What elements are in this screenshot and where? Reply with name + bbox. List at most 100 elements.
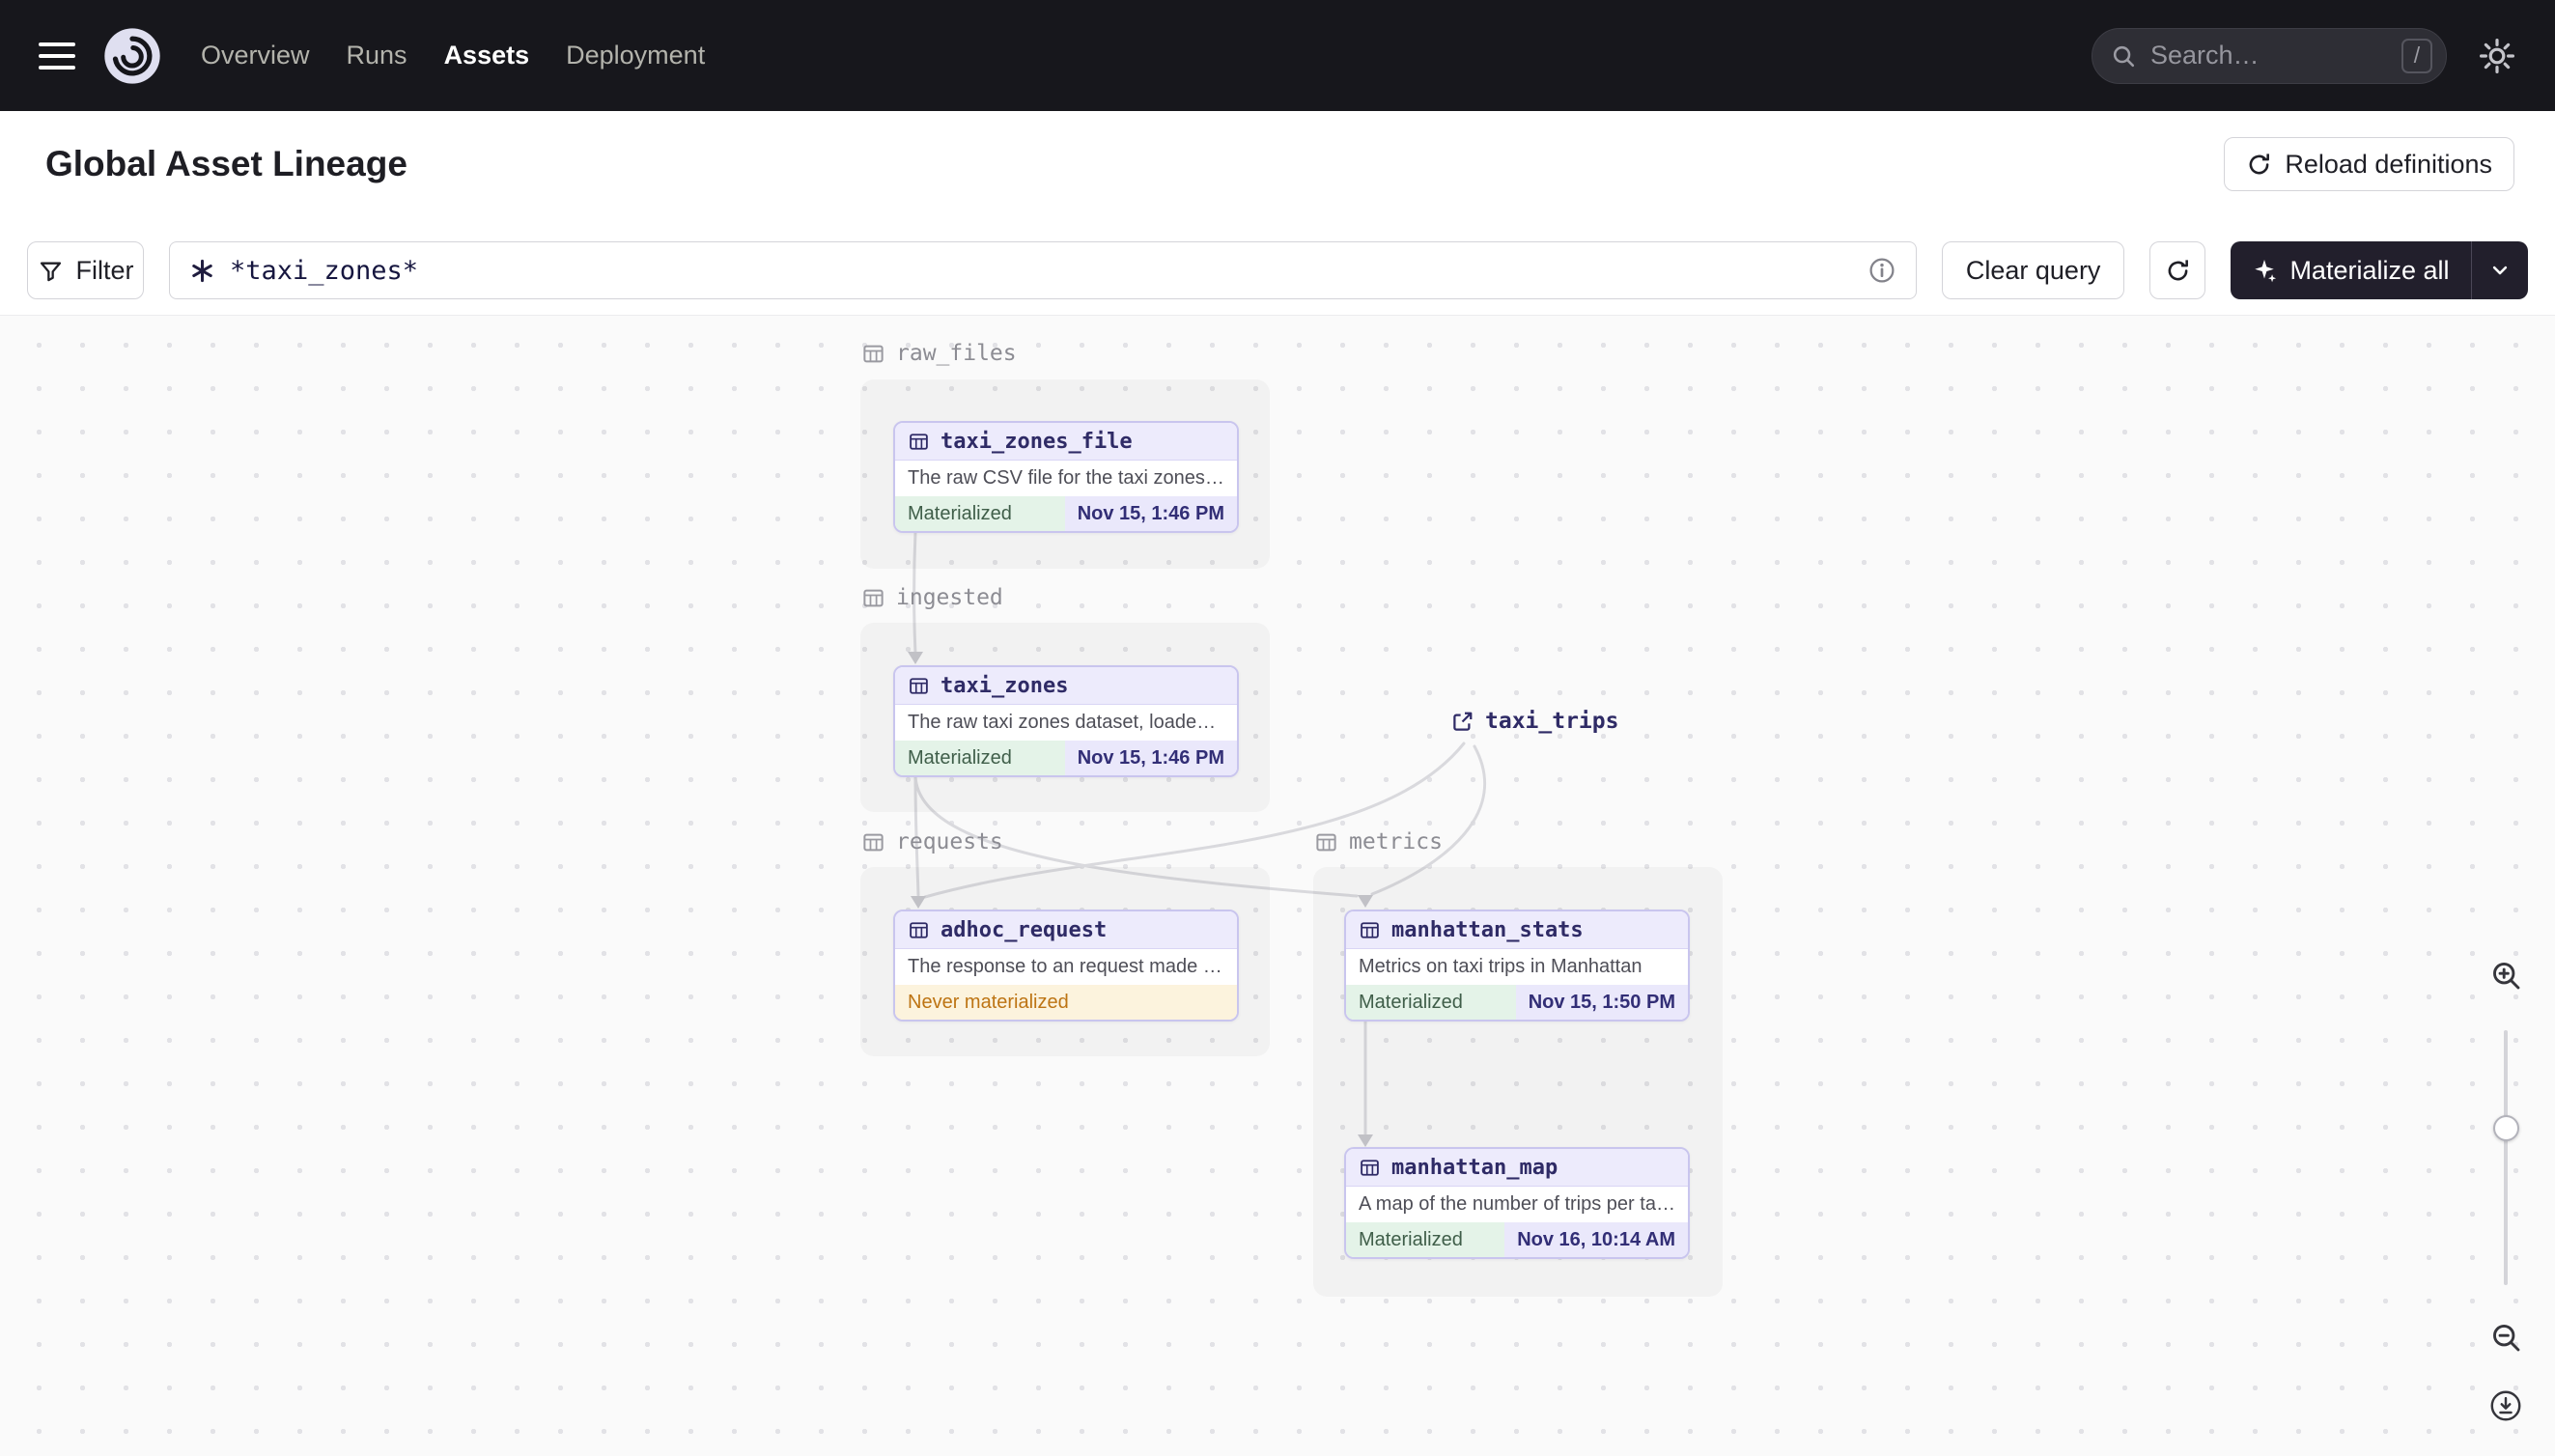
asset-description-text: The response to an request made in th... [908,956,1224,977]
table-icon [908,919,930,941]
asset-status-row: Materialized Nov 15, 1:46 PM [895,496,1237,531]
materialization-timestamp[interactable]: Nov 15, 1:46 PM [1064,496,1237,531]
asset-node-header: manhattan_stats [1346,911,1688,949]
asset-name: taxi_trips [1485,709,1619,734]
table-icon [861,342,885,366]
zoom-in-icon [2488,958,2523,993]
filter-label: Filter [75,255,134,285]
materialize-all-label: Materialize all [2289,255,2450,285]
lineage-canvas[interactable]: raw_files ingested requests metrics taxi… [0,315,2555,1456]
page-header: Global Asset Lineage Reload definitions [0,111,2555,217]
asset-status-row: Never materialized [895,985,1237,1020]
nav-item-assets[interactable]: Assets [444,41,530,70]
asset-description: The raw taxi zones dataset, loaded int..… [895,705,1237,741]
asset-name: taxi_zones [941,673,1069,698]
materialize-all-button[interactable]: Materialize all [2231,241,2528,299]
materialization-timestamp[interactable]: Nov 16, 10:14 AM [1504,1222,1688,1257]
asset-node-adhoc-request[interactable]: adhoc_request The response to an request… [893,910,1239,1022]
zoom-slider-track[interactable] [2504,1030,2508,1285]
filter-button[interactable]: Filter [27,241,144,299]
asset-name: manhattan_stats [1391,917,1584,942]
asset-node-taxi-zones-file[interactable]: taxi_zones_file The raw CSV file for the… [893,421,1239,533]
asset-description-text: Metrics on taxi trips in Manhattan [1359,956,1642,977]
asset-name: taxi_zones_file [941,429,1133,454]
lineage-toolbar: Filter Clear query Materialize all [0,217,2555,315]
lineage-edges [908,530,1487,1147]
status-badge: Materialized [1346,1222,1505,1257]
asset-node-manhattan-map[interactable]: manhattan_map A map of the number of tri… [1344,1147,1690,1259]
asset-node-header: manhattan_map [1346,1149,1688,1187]
asset-description: The response to an request made in th... [895,949,1237,985]
asset-name: manhattan_map [1391,1155,1558,1180]
zoom-out-button[interactable] [2485,1316,2527,1358]
nav-item-overview[interactable]: Overview [201,41,310,70]
group-label-raw-files[interactable]: raw_files [861,341,1017,366]
asset-description: A map of the number of trips per taxi z.… [1346,1187,1688,1222]
asset-status-row: Materialized Nov 16, 10:14 AM [1346,1222,1688,1257]
status-badge: Materialized [1346,985,1516,1020]
search-input[interactable] [2150,41,2388,70]
table-icon [1359,1157,1381,1179]
clear-query-label: Clear query [1965,255,2101,285]
materialize-options-caret[interactable] [2472,241,2528,299]
top-navbar: Overview Runs Assets Deployment / [0,0,2555,111]
page-title: Global Asset Lineage [45,144,407,183]
zoom-in-button[interactable] [2485,954,2527,996]
primary-nav: Overview Runs Assets Deployment [201,41,705,70]
filter-funnel-icon [38,258,64,284]
asset-name: adhoc_request [941,917,1108,942]
table-icon [861,830,885,854]
asset-description-text: The raw CSV file for the taxi zones dat.… [908,467,1224,489]
clear-query-button[interactable]: Clear query [1941,241,2125,299]
group-name: metrics [1349,829,1443,854]
external-link-icon [1450,710,1474,734]
status-badge: Materialized [895,496,1065,531]
refresh-icon [2165,258,2191,284]
group-name: requests [896,829,1003,854]
search-icon [2110,42,2137,70]
info-icon[interactable] [1867,256,1896,285]
group-label-requests[interactable]: requests [861,829,1003,854]
zoom-slider-handle[interactable] [2493,1115,2519,1141]
dagster-logo-icon[interactable] [102,26,162,86]
materialization-timestamp[interactable]: Nov 15, 1:50 PM [1515,985,1688,1020]
materialization-timestamp[interactable]: Nov 15, 1:46 PM [1064,741,1237,775]
nav-item-deployment[interactable]: Deployment [566,41,705,70]
group-label-metrics[interactable]: metrics [1314,829,1443,854]
group-name: ingested [896,585,1003,610]
refresh-icon [2246,152,2272,178]
external-asset-taxi-trips[interactable]: taxi_trips [1450,709,1618,734]
asset-node-header: taxi_zones [895,667,1237,705]
table-icon [908,675,930,697]
settings-gear-icon[interactable] [2478,37,2516,75]
table-icon [861,586,885,610]
table-icon [908,431,930,453]
download-icon [2488,1388,2523,1423]
asset-node-manhattan-stats[interactable]: manhattan_stats Metrics on taxi trips in… [1344,910,1690,1022]
search-shortcut-badge: / [2401,38,2432,73]
reload-definitions-button[interactable]: Reload definitions [2224,137,2514,191]
download-image-button[interactable] [2485,1385,2527,1427]
reload-definitions-label: Reload definitions [2285,149,2492,179]
zoom-out-icon [2488,1320,2523,1355]
table-icon [1359,919,1381,941]
refresh-graph-button[interactable] [2149,241,2206,299]
asset-node-taxi-zones[interactable]: taxi_zones The raw taxi zones dataset, l… [893,665,1239,777]
asset-query-input[interactable] [230,255,1853,286]
group-name: raw_files [896,341,1017,366]
table-icon [1314,830,1338,854]
asset-description-text: The raw taxi zones dataset, loaded int..… [908,712,1224,733]
asset-selection-input[interactable] [169,241,1917,299]
asset-node-header: taxi_zones_file [895,423,1237,461]
nav-item-runs[interactable]: Runs [347,41,407,70]
asset-status-row: Materialized Nov 15, 1:50 PM [1346,985,1688,1020]
asset-status-row: Materialized Nov 15, 1:46 PM [895,741,1237,775]
menu-icon[interactable] [39,42,75,70]
global-search[interactable]: / [2092,27,2447,84]
group-label-ingested[interactable]: ingested [861,585,1003,610]
asset-node-header: adhoc_request [895,911,1237,949]
materialize-all-main[interactable]: Materialize all [2231,241,2470,299]
asset-description-text: A map of the number of trips per taxi z.… [1359,1193,1675,1215]
asset-description: Metrics on taxi trips in Manhattan [1346,949,1688,985]
sparkle-icon [2252,258,2277,283]
